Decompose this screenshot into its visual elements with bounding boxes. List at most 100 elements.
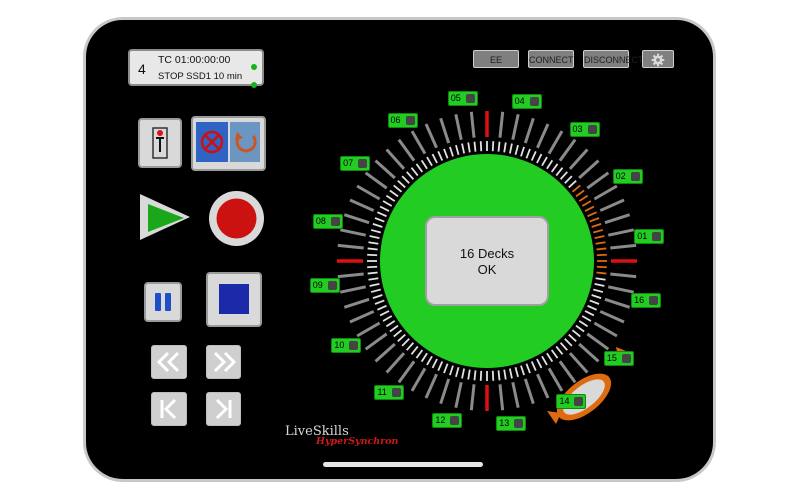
deck-led bbox=[327, 280, 337, 290]
dial-marker bbox=[525, 148, 531, 159]
deck-indicator-01[interactable]: 01 bbox=[634, 229, 665, 245]
dial-tick bbox=[593, 321, 618, 338]
deck-indicator-05[interactable]: 05 bbox=[447, 91, 478, 107]
dial-tick bbox=[547, 130, 564, 155]
ee-button[interactable]: EE bbox=[473, 50, 519, 68]
dial-marker bbox=[491, 370, 495, 381]
dial-marker bbox=[575, 324, 585, 333]
stop-button[interactable] bbox=[206, 272, 262, 327]
dial-marker bbox=[374, 299, 385, 305]
deck-led bbox=[358, 158, 368, 168]
dial-marker bbox=[593, 229, 604, 234]
dial-marker bbox=[367, 253, 378, 257]
deck-indicator-08[interactable]: 08 bbox=[312, 213, 343, 229]
dial-marker bbox=[370, 229, 381, 234]
dial-marker bbox=[415, 349, 424, 359]
home-indicator[interactable] bbox=[323, 462, 483, 467]
deck-indicator-16[interactable]: 16 bbox=[631, 293, 662, 309]
dial-marker bbox=[594, 235, 605, 240]
dial-marker bbox=[584, 205, 595, 212]
deck-led bbox=[349, 340, 359, 350]
deck-indicator-09[interactable]: 09 bbox=[309, 277, 340, 293]
play-icon bbox=[140, 194, 190, 240]
dial-marker bbox=[568, 333, 577, 342]
dial-marker bbox=[369, 282, 380, 287]
dial-marker bbox=[589, 217, 600, 223]
dial-marker bbox=[497, 370, 501, 381]
timecode-readout: TC 01:00:00:00 bbox=[158, 54, 231, 66]
dial-marker bbox=[397, 333, 406, 342]
dial-marker bbox=[578, 194, 589, 202]
deck-indicator-13[interactable]: 13 bbox=[496, 415, 527, 431]
dial-marker bbox=[559, 171, 568, 180]
deck-indicator-04[interactable]: 04 bbox=[511, 94, 542, 110]
deck-led bbox=[587, 124, 597, 134]
record-button[interactable] bbox=[208, 190, 265, 247]
deck-indicator-07[interactable]: 07 bbox=[340, 155, 371, 171]
dial-marker bbox=[541, 156, 548, 167]
dial-tick bbox=[523, 378, 535, 405]
dial-marker bbox=[568, 180, 577, 189]
dial-marker bbox=[555, 167, 564, 177]
dial-marker bbox=[368, 277, 379, 281]
dial-marker bbox=[420, 159, 428, 170]
dial-marker bbox=[514, 144, 519, 155]
play-button[interactable] bbox=[138, 192, 196, 244]
dial-tick bbox=[610, 243, 637, 250]
dial-marker bbox=[426, 355, 433, 366]
dial-marker bbox=[546, 352, 554, 363]
dial-tick bbox=[397, 138, 416, 162]
deck-indicator-15[interactable]: 15 bbox=[603, 351, 634, 367]
skip-previous-button[interactable] bbox=[151, 392, 187, 426]
dial-tick bbox=[568, 352, 589, 374]
deck-label: 11 bbox=[377, 387, 387, 398]
remote-icon bbox=[152, 127, 168, 159]
dial-tick bbox=[607, 228, 635, 237]
dial-tick bbox=[364, 171, 388, 190]
dial-tick bbox=[410, 130, 427, 155]
dial-tick bbox=[593, 184, 618, 201]
dial-tick bbox=[607, 285, 635, 294]
dial-marker bbox=[508, 143, 513, 154]
dial-marker bbox=[389, 324, 399, 333]
rewind-button[interactable] bbox=[151, 345, 187, 379]
deck-led bbox=[630, 172, 640, 182]
rewind-icon bbox=[156, 351, 180, 373]
deck-indicator-02[interactable]: 02 bbox=[612, 169, 643, 185]
dial-marker bbox=[571, 184, 581, 193]
deck-label: 06 bbox=[390, 114, 401, 125]
dial-tick bbox=[454, 113, 463, 141]
skip-next-button[interactable] bbox=[206, 392, 241, 426]
fast-forward-button[interactable] bbox=[206, 345, 241, 379]
deck-indicator-14[interactable]: 14 bbox=[556, 394, 587, 410]
dial-tick bbox=[374, 159, 396, 180]
dial-tick bbox=[610, 272, 637, 279]
connect-button[interactable]: CONNECT bbox=[528, 50, 574, 68]
dial-marker bbox=[564, 175, 573, 184]
dial-tick bbox=[604, 297, 631, 309]
deck-indicator-06[interactable]: 06 bbox=[387, 112, 418, 128]
pause-button[interactable] bbox=[144, 282, 182, 322]
remote-button[interactable] bbox=[138, 118, 182, 168]
dial-marker bbox=[461, 143, 466, 154]
dial-marker bbox=[584, 310, 595, 317]
deck-label: 08 bbox=[315, 215, 326, 226]
deck-indicator-03[interactable]: 03 bbox=[569, 121, 600, 137]
deck-indicator-10[interactable]: 10 bbox=[331, 337, 362, 353]
deck-label: 04 bbox=[514, 96, 525, 107]
dial-tick bbox=[356, 184, 381, 201]
dial-tick bbox=[511, 381, 520, 409]
settings-button[interactable] bbox=[642, 50, 674, 68]
deck-indicator-11[interactable]: 11 bbox=[374, 385, 405, 401]
deck-indicator-12[interactable]: 12 bbox=[432, 412, 463, 428]
status-panel: 16 Decks OK bbox=[425, 216, 549, 306]
deck-led bbox=[405, 115, 415, 125]
deck-label: 09 bbox=[312, 279, 323, 290]
transport-status: STOP SSD1 10 min bbox=[158, 71, 243, 82]
disconnect-button[interactable]: DISCONNECT bbox=[583, 50, 644, 68]
dial-marker bbox=[591, 294, 602, 299]
deck-label: 03 bbox=[572, 123, 583, 134]
dial-marker bbox=[514, 367, 519, 378]
loop-button[interactable] bbox=[191, 116, 266, 171]
dial-marker bbox=[555, 345, 564, 355]
